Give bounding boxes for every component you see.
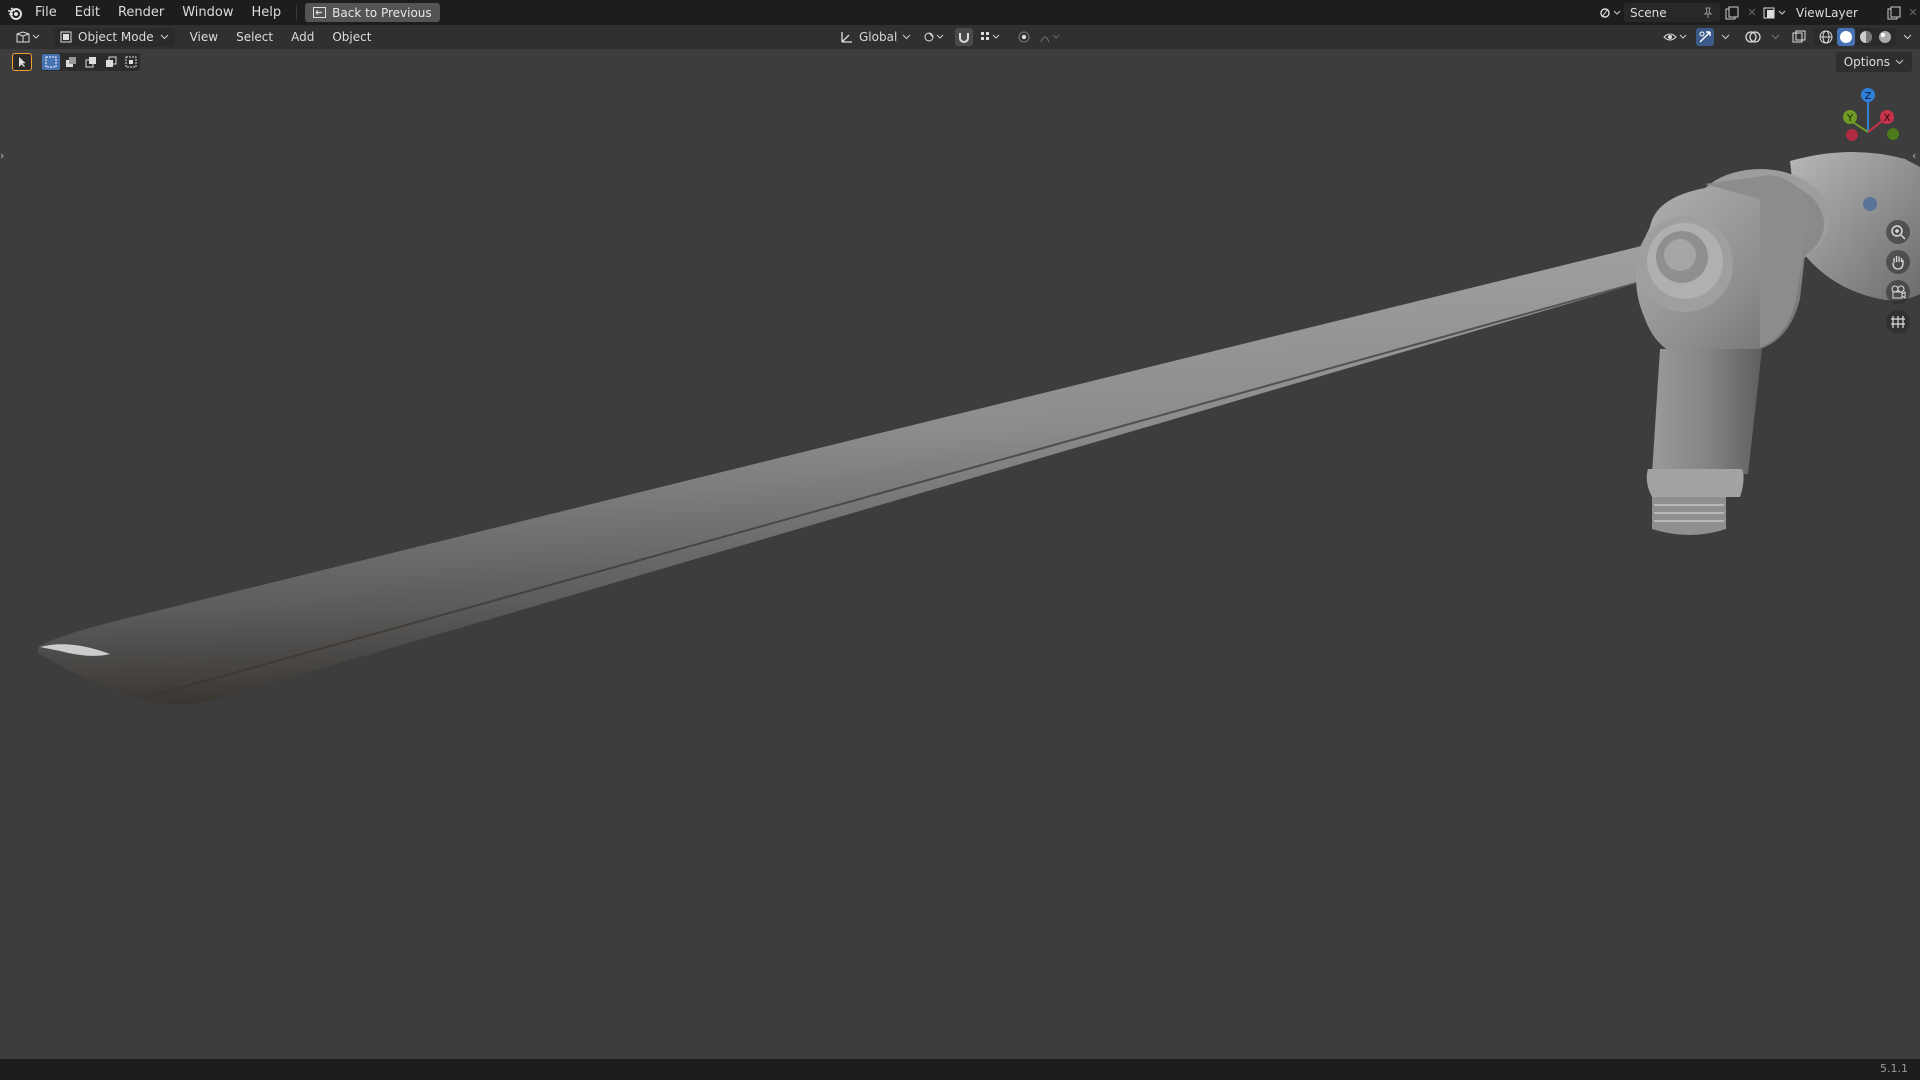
- top-right-controls: Scene ✕ ViewLayer ✕: [1596, 0, 1920, 25]
- wireframe-shading-icon[interactable]: [1818, 29, 1834, 45]
- chevron-down-icon: [1895, 59, 1904, 65]
- gizmo-z-label: Z: [1865, 91, 1872, 102]
- select-set-icon[interactable]: [42, 54, 60, 70]
- menu-view[interactable]: View: [181, 25, 227, 49]
- proportional-icon: [1018, 31, 1030, 43]
- snap-toggle[interactable]: [955, 28, 974, 46]
- select-subtract-icon[interactable]: [82, 56, 100, 68]
- chevron-down-icon[interactable]: [1770, 34, 1780, 40]
- chevron-down-icon: [160, 34, 169, 40]
- gizmo-negative-x[interactable]: [1846, 129, 1858, 141]
- transform-orientation-dropdown[interactable]: Global: [836, 28, 915, 46]
- object-mode-dropdown[interactable]: Object Mode: [54, 27, 175, 47]
- editor-type-icon[interactable]: [8, 30, 48, 44]
- scene-render: [38, 151, 1920, 705]
- object-mode-label: Object Mode: [78, 30, 154, 44]
- transform-tools: Global: [836, 25, 1063, 49]
- delete-viewlayer-icon[interactable]: ✕: [1906, 6, 1920, 19]
- gizmo-x-label: X: [1884, 113, 1891, 124]
- model-rod: [38, 239, 1682, 705]
- orientation-axes-icon: [840, 30, 854, 44]
- back-to-previous-button[interactable]: Back to Previous: [305, 3, 440, 22]
- selection-mode-group: [42, 53, 140, 71]
- viewlayer-selector-icon[interactable]: [1760, 6, 1790, 20]
- model-housing: [1636, 175, 1810, 359]
- select-mode-tools: [12, 53, 140, 71]
- viewport-display-tools: [1662, 25, 1912, 49]
- gizmo-negative-y[interactable]: [1887, 128, 1899, 140]
- chevron-down-icon[interactable]: [1902, 34, 1912, 40]
- menu-select[interactable]: Select: [227, 25, 282, 49]
- falloff-curve-icon: [1040, 31, 1062, 43]
- overlays-icon: [1745, 30, 1761, 44]
- version-label: 5.1.1: [1880, 1062, 1908, 1075]
- scene-selector-icon[interactable]: [1596, 6, 1624, 20]
- proportional-editing-toggle[interactable]: [1015, 28, 1033, 46]
- chevron-down-icon[interactable]: [1720, 34, 1730, 40]
- pin-icon[interactable]: [1702, 7, 1714, 19]
- select-extend-icon[interactable]: [62, 56, 80, 68]
- gizmo-y-label: Y: [1846, 113, 1854, 124]
- shading-mode-group: [1814, 28, 1896, 46]
- overlays-toggle[interactable]: [1742, 28, 1764, 46]
- xray-toggle[interactable]: [1790, 28, 1808, 46]
- new-scene-icon[interactable]: [1720, 6, 1744, 20]
- viewlayer-field[interactable]: ViewLayer: [1790, 3, 1882, 22]
- tool-settings-row: Options: [0, 49, 1920, 79]
- cursor-arrow-icon: [16, 56, 28, 68]
- menu-window[interactable]: Window: [173, 0, 242, 25]
- rendered-shading-icon[interactable]: [1877, 29, 1893, 45]
- solid-shading-icon[interactable]: [1836, 28, 1855, 46]
- snap-grid-icon: [980, 31, 1002, 43]
- toolbar-expand-arrow[interactable]: ›: [0, 149, 8, 163]
- select-intersect-icon[interactable]: [122, 56, 140, 68]
- viewport-header: Object Mode View Select Add Object Globa…: [0, 25, 1920, 49]
- menu-file[interactable]: File: [26, 0, 66, 25]
- scene-field[interactable]: Scene: [1624, 3, 1720, 22]
- xray-icon: [1792, 30, 1806, 44]
- magnet-icon: [958, 31, 970, 43]
- select-difference-icon[interactable]: [102, 56, 120, 68]
- model-stem: [1646, 349, 1762, 535]
- sidebar-expand-arrow[interactable]: ‹: [1912, 149, 1920, 163]
- orientation-label: Global: [859, 30, 898, 44]
- 3d-viewport[interactable]: Z Y X › ‹: [0, 49, 1920, 1059]
- pivot-point-dropdown[interactable]: [921, 28, 949, 46]
- menu-divider: [296, 4, 298, 21]
- status-bar: 5.1.1: [0, 1059, 1920, 1080]
- camera-icon[interactable]: [1886, 280, 1910, 304]
- menu-help[interactable]: Help: [243, 0, 291, 25]
- screen-back-icon: [313, 7, 327, 18]
- gizmo-negative-z-handle[interactable]: [1863, 197, 1877, 211]
- menu-render[interactable]: Render: [109, 0, 173, 25]
- eye-icon: [1663, 30, 1689, 44]
- pivot-icon: [923, 30, 947, 44]
- options-dropdown[interactable]: Options: [1835, 52, 1912, 72]
- gizmo-toggle-icon: [1698, 30, 1712, 44]
- menu-add[interactable]: Add: [282, 25, 323, 49]
- delete-scene-icon[interactable]: ✕: [1744, 6, 1760, 19]
- active-tool-button[interactable]: [12, 53, 32, 71]
- material-shading-icon[interactable]: [1858, 29, 1874, 45]
- navigation-buttons: [1886, 220, 1910, 334]
- menu-edit[interactable]: Edit: [66, 0, 109, 25]
- grid-icon[interactable]: [1886, 310, 1910, 334]
- navigation-gizmo[interactable]: Z Y X: [1830, 85, 1920, 165]
- blender-logo-icon[interactable]: [4, 3, 26, 23]
- object-mode-icon: [60, 31, 72, 43]
- back-to-previous-label: Back to Previous: [332, 5, 432, 20]
- options-label: Options: [1843, 55, 1890, 69]
- object-visibility-dropdown[interactable]: [1662, 28, 1690, 46]
- falloff-dropdown[interactable]: [1039, 28, 1063, 46]
- show-gizmo-toggle[interactable]: [1696, 28, 1714, 46]
- chevron-down-icon: [902, 34, 911, 40]
- pan-hand-icon[interactable]: [1886, 250, 1910, 274]
- viewlayer-name: ViewLayer: [1796, 5, 1858, 20]
- scene-name: Scene: [1630, 5, 1667, 20]
- top-bar: File Edit Render Window Help Back to Pre…: [0, 0, 1920, 25]
- new-viewlayer-icon[interactable]: [1882, 6, 1906, 20]
- menu-object[interactable]: Object: [323, 25, 380, 49]
- snap-target-dropdown[interactable]: [979, 28, 1003, 46]
- zoom-icon[interactable]: [1886, 220, 1910, 244]
